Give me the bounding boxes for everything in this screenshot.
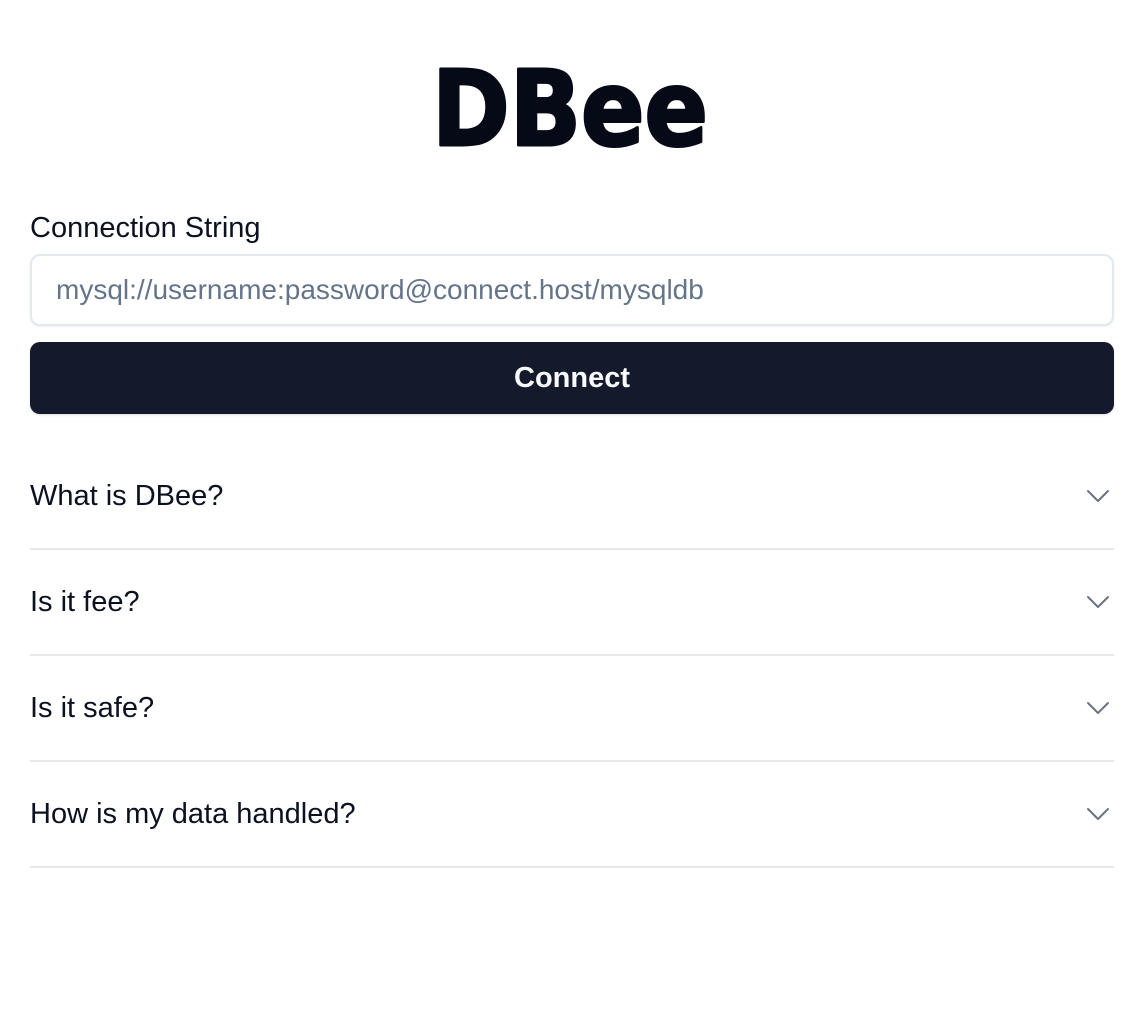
faq-accordion: What is DBee? Is it fee? Is it safe? How… [30, 444, 1114, 868]
faq-question: What is DBee? [30, 479, 224, 512]
faq-item-data-handling[interactable]: How is my data handled? [30, 762, 1114, 868]
logo-text: DBee [432, 48, 708, 160]
faq-question: How is my data handled? [30, 797, 356, 830]
chevron-down-icon [1084, 482, 1112, 510]
connection-string-label: Connection String [30, 212, 261, 244]
chevron-down-icon [1084, 694, 1112, 722]
logo: DBee [0, 48, 1140, 160]
faq-item-is-it-fee[interactable]: Is it fee? [30, 550, 1114, 656]
connect-button[interactable]: Connect [30, 342, 1114, 414]
faq-item-what-is-dbee[interactable]: What is DBee? [30, 444, 1114, 550]
chevron-down-icon [1084, 800, 1112, 828]
connection-string-input[interactable] [30, 254, 1114, 326]
faq-item-is-it-safe[interactable]: Is it safe? [30, 656, 1114, 762]
faq-question: Is it safe? [30, 691, 155, 724]
faq-question: Is it fee? [30, 585, 140, 618]
logo-wordmark: DBee [431, 48, 710, 160]
chevron-down-icon [1084, 588, 1112, 616]
